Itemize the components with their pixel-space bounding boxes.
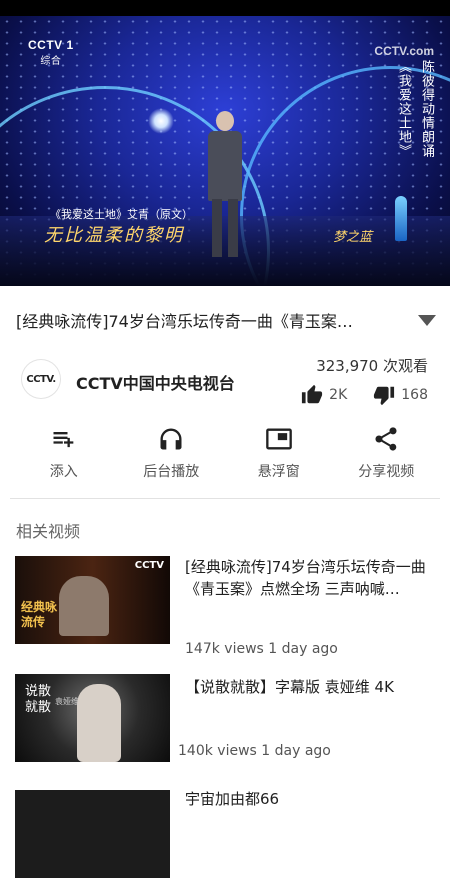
divider	[10, 498, 440, 499]
related-video-item[interactable]: CCTV 经典咏流传 [经典咏流传]74岁台湾乐坛传奇一曲《青玉案》点燃全场 三…	[15, 556, 440, 657]
channel-row: CCTV. CCTV中国中央电视台 323,970 次观看 2K 168	[16, 352, 436, 412]
related-thumbnail	[15, 790, 170, 878]
rating-row: 2K 168	[301, 384, 428, 406]
video-title-row[interactable]: [经典咏流传]74岁台湾乐坛传奇一曲《青玉案…	[16, 300, 436, 340]
related-meta: 140k views 1 day ago	[178, 743, 331, 759]
channel-name[interactable]: CCTV中国中央电视台	[76, 370, 235, 394]
dislike-count: 168	[401, 387, 428, 403]
status-bar	[0, 0, 450, 16]
share-icon	[375, 427, 397, 451]
add-to-playlist-label: 添入	[49, 464, 78, 480]
thumb-channel-logo: CCTV	[134, 560, 164, 571]
cctv-watermark: CCTV.com	[374, 44, 434, 58]
share-button[interactable]: 分享视频	[333, 425, 441, 490]
video-player[interactable]: CCTV 1 综合 CCTV.com 陈彼得动情朗诵 《我爱这土地》 《我爱这土…	[0, 16, 450, 286]
related-title: [经典咏流传]74岁台湾乐坛传奇一曲《青玉案》点燃全场 三声呐喊…	[185, 558, 426, 598]
expand-description-icon[interactable]	[418, 314, 436, 326]
view-count: 323,970 次观看	[316, 357, 428, 375]
caption-main: 无比温柔的黎明	[44, 225, 184, 246]
like-count: 2K	[329, 387, 348, 403]
thumbs-down-icon[interactable]	[373, 384, 395, 406]
related-thumbnail: 说散就散 袁娅维	[15, 674, 170, 762]
related-thumbnail: CCTV 经典咏流传	[15, 556, 170, 644]
vertical-caption-line-1: 陈彼得动情朗诵	[419, 60, 434, 158]
popup-window-label: 悬浮窗	[257, 464, 300, 480]
action-bar: 添入 后台播放 悬浮窗 分享视频	[10, 425, 440, 490]
channel-avatar[interactable]: CCTV.	[22, 360, 60, 398]
popup-window-button[interactable]: 悬浮窗	[225, 425, 333, 490]
background-play-button[interactable]: 后台播放	[118, 425, 226, 490]
related-heading: 相关视频	[16, 522, 81, 541]
vertical-caption-line-2: 《我爱这土地》	[396, 60, 411, 158]
video-title: [经典咏流传]74岁台湾乐坛传奇一曲《青玉案…	[16, 312, 353, 331]
caption-title: 《我爱这土地》艾青（原文）	[50, 208, 193, 221]
thumb-caption: 经典咏流传	[21, 600, 58, 629]
cctv1-logo: CCTV 1 综合	[28, 38, 74, 67]
related-meta: 147k views 1 day ago	[185, 641, 338, 657]
vertical-caption: 陈彼得动情朗诵 《我爱这土地》	[204, 60, 436, 158]
thumb-caption: 说散就散	[25, 684, 52, 715]
share-label: 分享视频	[358, 464, 415, 480]
add-to-playlist-button[interactable]: 添入	[10, 425, 118, 490]
headphones-icon	[160, 428, 182, 450]
related-title: 【说散就散】字幕版 袁娅维 4K	[185, 678, 394, 696]
sponsor-caption: 梦之蓝	[333, 230, 373, 245]
thumb-subcaption: 袁娅维	[55, 697, 79, 706]
playlist-add-icon	[53, 432, 74, 448]
spotlight	[148, 108, 174, 134]
thumb-performer	[59, 576, 109, 636]
related-video-item[interactable]: 宇宙加由都66	[15, 790, 440, 878]
picture-in-picture-icon	[265, 428, 292, 450]
related-video-item[interactable]: 说散就散 袁娅维 【说散就散】字幕版 袁娅维 4K 140k views 1 d…	[15, 674, 440, 764]
background-play-label: 后台播放	[143, 464, 200, 480]
thumbs-up-icon[interactable]	[301, 384, 323, 406]
related-title: 宇宙加由都66	[185, 790, 280, 808]
thumb-portrait	[77, 684, 121, 762]
sponsor-bottle-icon	[395, 196, 407, 241]
